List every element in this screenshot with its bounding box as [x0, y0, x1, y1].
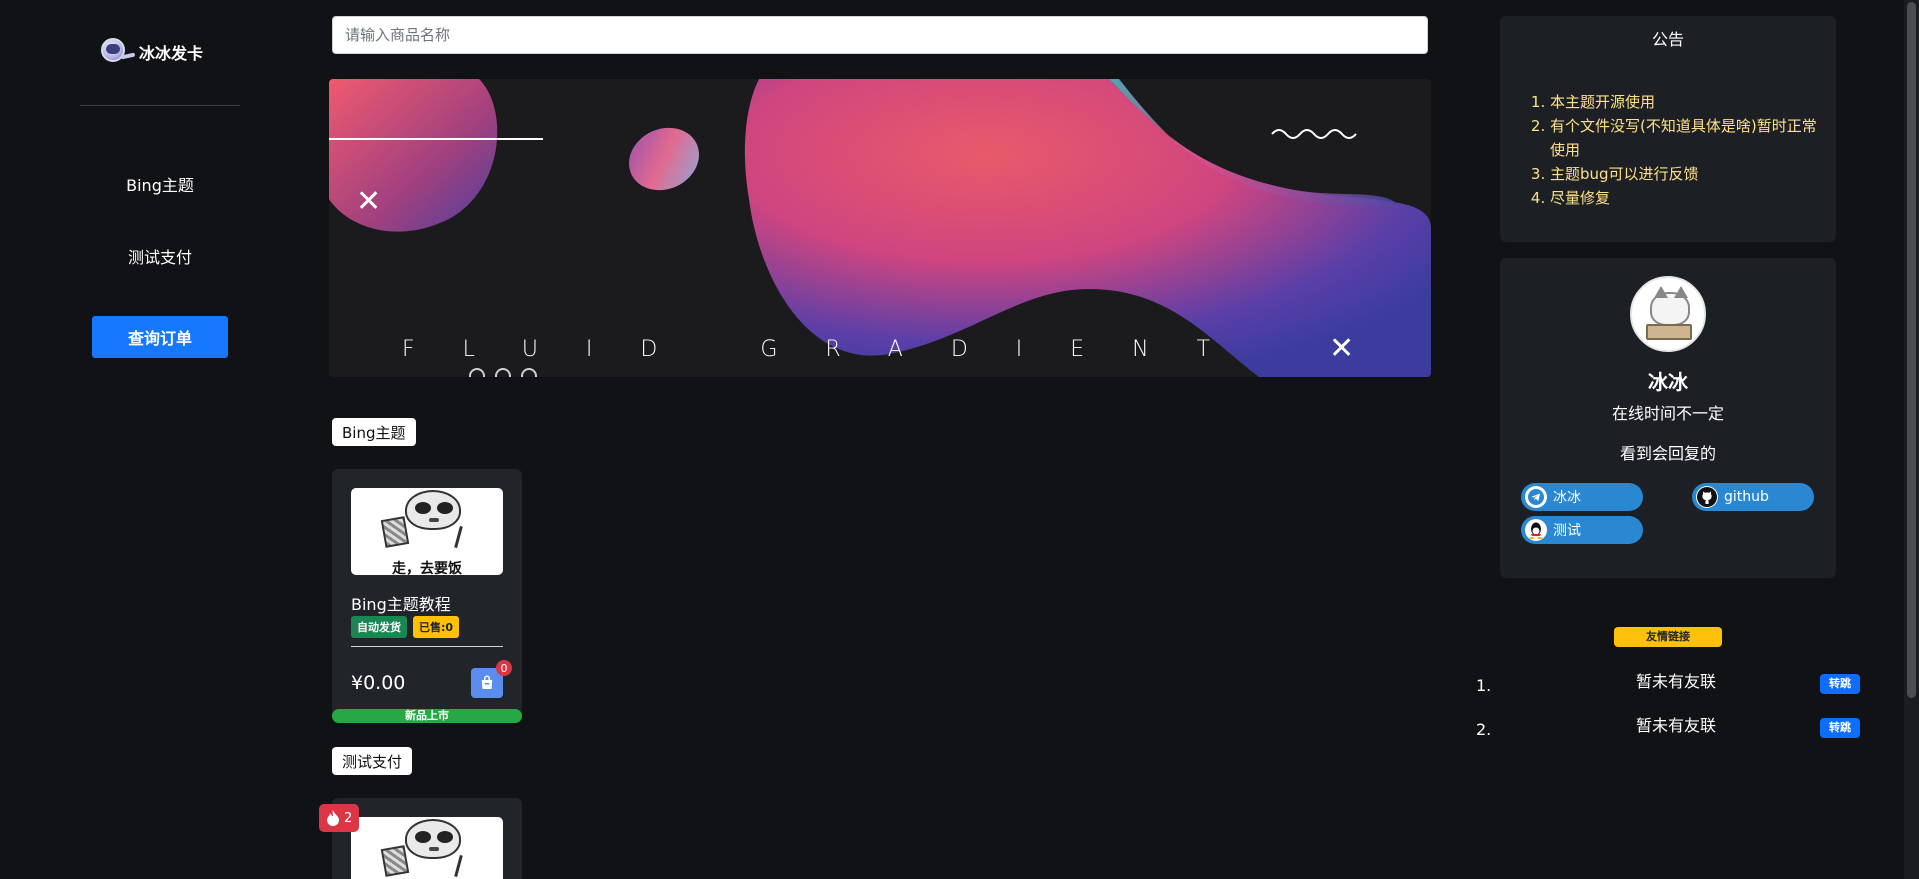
product-image[interactable] [351, 817, 503, 879]
friend-number: 1. [1476, 676, 1492, 695]
profile-card: 冰冰 在线时间不一定 看到会回复的 冰冰 github 测试 [1500, 258, 1836, 578]
hot-badge: 2 [319, 804, 360, 832]
new-arrival-ribbon: 新品上市 [332, 709, 522, 723]
qq-icon [1525, 519, 1547, 541]
brand[interactable]: 冰冰发卡 [95, 34, 203, 70]
close-icon: ✕ [356, 184, 382, 219]
meme-arm [454, 525, 463, 549]
sidebar-item-test-payment[interactable]: 测试支付 [80, 244, 240, 268]
friend-link-row: 1. 暂未有友联 转跳 [1476, 668, 1866, 698]
profile-name: 冰冰 [1648, 370, 1688, 394]
brand-name: 冰冰发卡 [139, 44, 204, 63]
github-label: github [1724, 489, 1769, 505]
notice-item: 尽量修复 [1550, 186, 1826, 210]
banner-artwork [329, 79, 1431, 377]
product-card[interactable] [332, 798, 522, 879]
notice-item: 本主题开源使用 [1550, 90, 1826, 114]
product-price: ¥0.00 [351, 672, 406, 694]
sold-count-tag: 已售:0 [413, 616, 460, 638]
product-title[interactable]: Bing主题教程 [351, 591, 451, 615]
query-order-button[interactable]: 查询订单 [92, 316, 228, 358]
banner-carousel[interactable]: ✕ ✕ FLUID GRADIENT [329, 79, 1431, 377]
category-label-bing-theme: Bing主题 [332, 418, 416, 446]
profile-note: 看到会回复的 [1619, 444, 1716, 463]
product-image[interactable]: 走，去要饭 [351, 488, 503, 575]
cart-count-badge: 0 [496, 660, 512, 676]
telegram-link[interactable]: 冰冰 [1521, 483, 1643, 511]
meme-face-icon [405, 819, 461, 859]
sidebar-divider [80, 105, 240, 106]
github-icon [1696, 486, 1718, 508]
product-card[interactable]: 走，去要饭 Bing主题教程 自动发货 已售:0 ¥0.00 0 新品上市 [332, 469, 522, 723]
notice-item: 有个文件没写(不知道具体是啥)暂时正常使用 [1550, 114, 1826, 162]
shopping-bag-icon [481, 675, 493, 689]
category-label-test-payment: 测试支付 [332, 747, 413, 775]
notice-title: 公告 [1651, 30, 1684, 49]
auto-delivery-tag: 自动发货 [351, 616, 407, 638]
carousel-dot[interactable] [495, 368, 511, 377]
meme-face-icon [405, 490, 461, 530]
friend-number: 2. [1476, 720, 1492, 739]
friend-link-row: 2. 暂未有友联 转跳 [1476, 712, 1866, 742]
banner-text: FLUID GRADIENT [402, 337, 1259, 362]
friend-name: 暂未有友联 [1635, 716, 1716, 735]
friend-name: 暂未有友联 [1635, 672, 1716, 691]
meme-box-icon [380, 845, 410, 877]
divider [351, 646, 503, 647]
avatar [1630, 276, 1706, 352]
friend-links-title: 友情链接 [1614, 627, 1722, 647]
product-image-caption: 走，去要饭 [392, 561, 462, 575]
astronaut-logo-icon [95, 34, 136, 70]
notice-panel: 公告 本主题开源使用 有个文件没写(不知道具体是啥)暂时正常使用 主题bug可以… [1500, 16, 1836, 242]
search-input[interactable] [332, 16, 1428, 54]
telegram-label: 冰冰 [1553, 490, 1581, 506]
carousel-dot[interactable] [469, 368, 485, 377]
fire-icon [327, 810, 339, 826]
github-link[interactable]: github [1692, 483, 1814, 511]
meme-box-icon [380, 516, 410, 548]
jump-button[interactable]: 转跳 [1820, 674, 1860, 694]
meme-arm [454, 854, 463, 878]
product-tags: 自动发货 已售:0 [351, 616, 460, 638]
scrollbar-thumb[interactable] [1907, 2, 1916, 698]
qq-link[interactable]: 测试 [1521, 516, 1643, 544]
profile-status: 在线时间不一定 [1611, 404, 1724, 423]
carousel-dot[interactable] [521, 368, 537, 377]
jump-button[interactable]: 转跳 [1820, 718, 1860, 738]
banner-text-row: FLUID GRADIENT [329, 337, 1431, 367]
scrollbar[interactable] [1904, 0, 1919, 879]
qq-label: 测试 [1553, 523, 1581, 539]
carousel-indicators[interactable] [469, 368, 537, 377]
sidebar: 冰冰发卡 Bing主题 测试支付 查询订单 [0, 0, 320, 879]
notice-list: 本主题开源使用 有个文件没写(不知道具体是啥)暂时正常使用 主题bug可以进行反… [1550, 90, 1826, 210]
notice-item: 主题bug可以进行反馈 [1550, 162, 1826, 186]
sidebar-item-bing-theme[interactable]: Bing主题 [80, 172, 240, 196]
telegram-icon [1525, 486, 1547, 508]
hot-count: 2 [344, 810, 353, 826]
